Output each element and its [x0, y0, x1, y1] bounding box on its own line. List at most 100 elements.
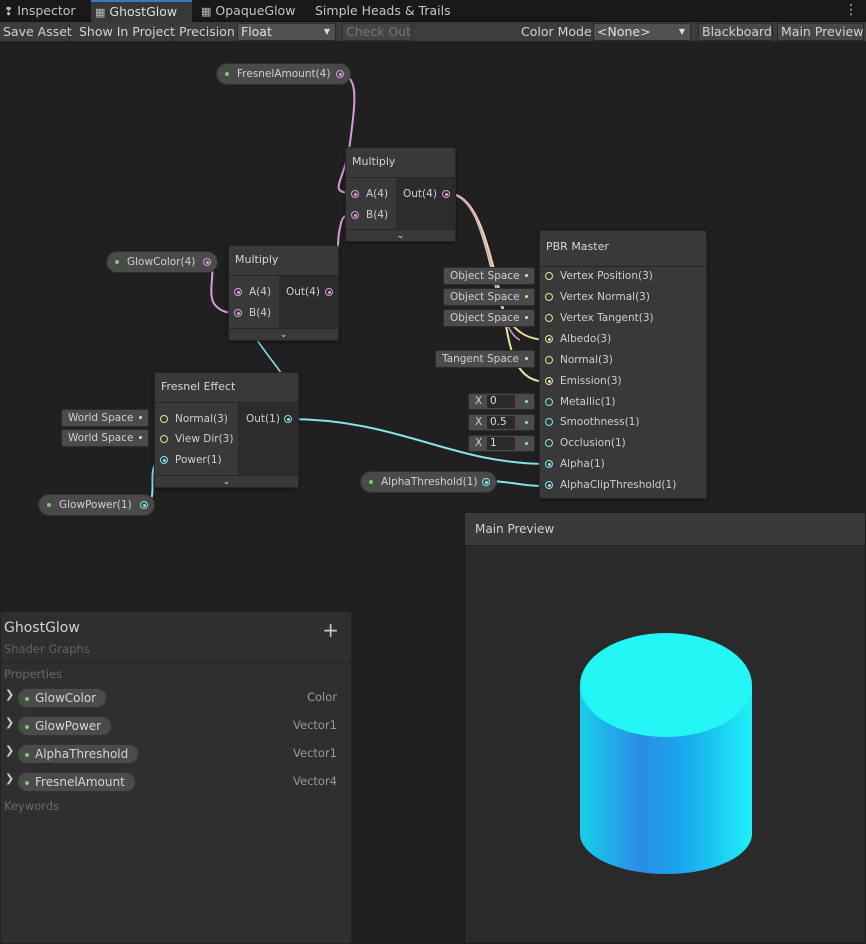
- add-property-icon[interactable]: +: [322, 618, 339, 642]
- field-value[interactable]: 0.5: [487, 416, 515, 429]
- glow-power-property-node[interactable]: GlowPower(1): [38, 494, 155, 516]
- precision-dropdown[interactable]: Float ▼: [237, 23, 336, 41]
- input-port-normal[interactable]: [545, 356, 553, 364]
- output-port[interactable]: [336, 70, 344, 78]
- fresnel-amount-property-node[interactable]: FresnelAmount(4): [216, 63, 351, 85]
- precision-label: Precision: [179, 24, 235, 39]
- color-mode-dropdown[interactable]: <None> ▼: [593, 23, 691, 41]
- input-port-vertex-tangent[interactable]: [545, 314, 553, 322]
- input-port-a[interactable]: [351, 190, 359, 198]
- input-port-smoothness[interactable]: [545, 418, 553, 426]
- show-in-project-button[interactable]: Show In Project: [76, 22, 175, 42]
- output-port[interactable]: [284, 415, 292, 423]
- vertex-tangent-space-input[interactable]: Object Space: [443, 309, 535, 327]
- chevron-right-icon[interactable]: ❯: [5, 772, 14, 785]
- chevron-right-icon[interactable]: ❯: [5, 744, 14, 757]
- collapse-chevron-icon[interactable]: ⌄: [229, 328, 338, 340]
- fresnel-effect-node[interactable]: Fresnel Effect Normal(3) View Dir(3) Pow…: [154, 372, 299, 488]
- output-port[interactable]: [203, 258, 211, 266]
- node-body: Vertex Position(3) Vertex Normal(3) Vert…: [540, 267, 706, 498]
- multiply-node-left[interactable]: Multiply A(4) B(4) Out(4) ⌄: [228, 245, 339, 341]
- input-port-a[interactable]: [234, 288, 242, 296]
- input-port-vertex-position[interactable]: [545, 272, 553, 280]
- slot-label-metallic: Metallic(1): [560, 396, 616, 408]
- blackboard-property-row[interactable]: ❯ GlowPower Vector1: [1, 714, 351, 736]
- property-name: GlowColor: [35, 691, 97, 705]
- color-mode-value: <None>: [597, 24, 651, 39]
- input-port-occlusion[interactable]: [545, 439, 553, 447]
- collapse-chevron-icon[interactable]: ⌄: [155, 475, 298, 487]
- property-node-label: GlowColor(4): [127, 256, 196, 268]
- main-preview-toggle-button[interactable]: Main Preview: [777, 23, 864, 41]
- property-pill[interactable]: FresnelAmount: [17, 772, 136, 792]
- output-port[interactable]: [325, 288, 333, 296]
- main-preview-title: Main Preview: [465, 513, 865, 546]
- alpha-threshold-property-node[interactable]: AlphaThreshold(1): [360, 471, 497, 493]
- input-port-metallic[interactable]: [545, 398, 553, 406]
- input-port-view-dir[interactable]: [160, 435, 168, 443]
- fresnel-normal-space-input[interactable]: World Space: [61, 409, 149, 427]
- tab-simple-heads-trails[interactable]: Simple Heads & Trails: [311, 0, 461, 22]
- chevron-right-icon[interactable]: ❯: [5, 716, 14, 729]
- glow-color-property-node[interactable]: GlowColor(4): [106, 251, 218, 273]
- property-pill[interactable]: GlowColor: [17, 688, 108, 708]
- output-port[interactable]: [140, 501, 148, 509]
- tab-ghostglow[interactable]: ▦ GhostGlow: [91, 0, 192, 22]
- blackboard-toggle-button[interactable]: Blackboard: [698, 23, 773, 41]
- properties-section-label: Properties: [4, 667, 63, 681]
- collapse-chevron-icon[interactable]: ⌄: [346, 229, 455, 241]
- slot-label-view-dir: View Dir(3): [175, 433, 234, 445]
- pbr-master-node[interactable]: PBR Master Vertex Position(3) Vertex Nor…: [539, 230, 707, 499]
- input-port-normal[interactable]: [160, 415, 168, 423]
- more-options-icon[interactable]: ⋮: [844, 2, 858, 18]
- input-port-b[interactable]: [234, 309, 242, 317]
- blackboard-property-row[interactable]: ❯ GlowColor Color: [1, 686, 351, 708]
- node-body: A(4) B(4) Out(4): [346, 178, 455, 229]
- property-name: GlowPower: [35, 719, 102, 733]
- tab-opaqueglow[interactable]: ▦ OpaqueGlow: [197, 0, 305, 22]
- blackboard-title: GhostGlow: [4, 620, 80, 636]
- tab-inspector[interactable]: ❢ Inspector: [0, 0, 90, 22]
- vertex-normal-space-input[interactable]: Object Space: [443, 288, 535, 306]
- blackboard-property-row[interactable]: ❯ AlphaThreshold Vector1: [1, 742, 351, 764]
- check-out-button[interactable]: Check Out: [342, 23, 412, 41]
- metallic-value-input[interactable]: X 0: [468, 393, 535, 410]
- tab-label: GhostGlow: [109, 4, 178, 19]
- vertex-position-space-input[interactable]: Object Space: [443, 267, 535, 285]
- main-preview-panel[interactable]: Main Preview: [464, 512, 866, 944]
- input-port-b[interactable]: [351, 211, 359, 219]
- multiply-node-top[interactable]: Multiply A(4) B(4) Out(4) ⌄: [345, 147, 456, 242]
- property-dot: [25, 781, 29, 785]
- smoothness-value-input[interactable]: X 0.5: [468, 414, 535, 431]
- field-value[interactable]: 1: [487, 437, 515, 450]
- chevron-right-icon[interactable]: ❯: [5, 688, 14, 701]
- input-column: [229, 276, 279, 328]
- x-label: X: [475, 437, 483, 449]
- input-port-alpha-clip[interactable]: [545, 481, 553, 489]
- tab-label: OpaqueGlow: [215, 3, 296, 18]
- blackboard-property-row[interactable]: ❯ FresnelAmount Vector4: [1, 770, 351, 792]
- blackboard-subtitle: Shader Graphs: [4, 642, 90, 656]
- graph-canvas[interactable]: FresnelAmount(4) GlowColor(4) GlowPower(…: [0, 43, 866, 944]
- input-port-vertex-normal[interactable]: [545, 293, 553, 301]
- slot-label-out: Out(4): [286, 286, 320, 298]
- property-node-label: FresnelAmount(4): [237, 68, 331, 80]
- output-port[interactable]: [442, 190, 450, 198]
- property-pill[interactable]: GlowPower: [17, 716, 113, 736]
- normal-space-input[interactable]: Tangent Space: [435, 350, 535, 368]
- save-asset-button[interactable]: Save Asset: [0, 22, 72, 42]
- output-port[interactable]: [482, 478, 490, 486]
- field-value[interactable]: 0: [487, 395, 515, 408]
- slot-label-out: Out(1): [246, 413, 280, 425]
- occlusion-value-input[interactable]: X 1: [468, 435, 535, 452]
- input-port-power[interactable]: [160, 456, 168, 464]
- fresnel-viewdir-space-input[interactable]: World Space: [61, 429, 149, 447]
- input-port-emission[interactable]: [545, 377, 553, 385]
- property-pill[interactable]: AlphaThreshold: [17, 744, 140, 764]
- input-port-alpha[interactable]: [545, 460, 553, 468]
- preview-viewport[interactable]: [465, 546, 865, 944]
- connector-dot: [525, 357, 528, 360]
- property-type: Color: [306, 690, 337, 704]
- input-port-albedo[interactable]: [545, 335, 553, 343]
- shader-graph-icon: ▦: [95, 6, 106, 19]
